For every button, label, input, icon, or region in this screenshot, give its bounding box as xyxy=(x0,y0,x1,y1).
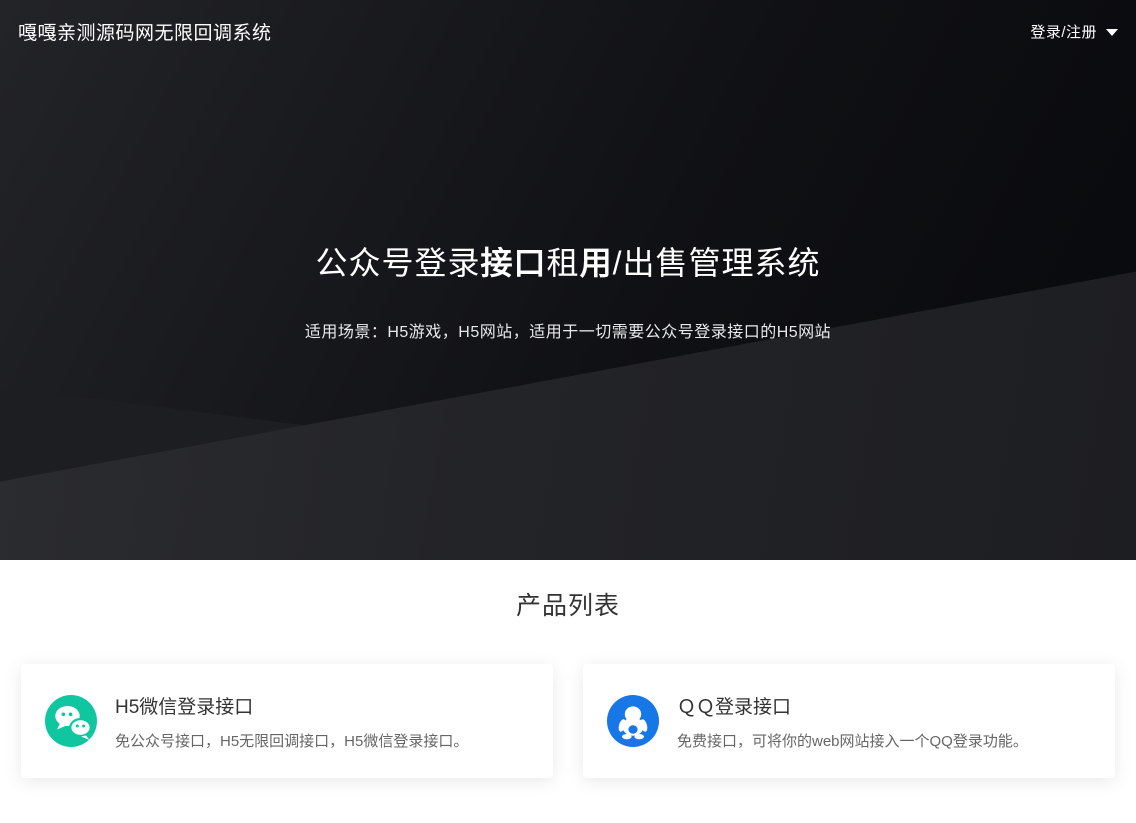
qq-icon xyxy=(607,695,659,747)
product-card-qq[interactable]: ＱＱ登录接口 免费接口，可将你的web网站接入一个QQ登录功能。 xyxy=(583,664,1115,778)
card-body: ＱＱ登录接口 免费接口，可将你的web网站接入一个QQ登录功能。 xyxy=(677,692,1028,751)
card-description: 免公众号接口，H5无限回调接口，H5微信登录接口。 xyxy=(115,730,468,751)
card-title: H5微信登录接口 xyxy=(115,692,468,719)
hero-subtitle: 适用场景：H5游戏，H5网站，适用于一切需要公众号登录接口的H5网站 xyxy=(0,318,1136,342)
wechat-icon xyxy=(45,695,97,747)
hero-section: 嘎嘎亲测源码网无限回调系统 登录/注册 公众号登录接口租用/出售管理系统 适用场… xyxy=(0,0,1136,560)
top-navbar: 嘎嘎亲测源码网无限回调系统 登录/注册 xyxy=(0,0,1136,62)
hero-title-segment: 接口 xyxy=(481,245,547,281)
card-description: 免费接口，可将你的web网站接入一个QQ登录功能。 xyxy=(677,730,1028,751)
chevron-down-icon xyxy=(1106,29,1118,36)
product-card-wechat[interactable]: H5微信登录接口 免公众号接口，H5无限回调接口，H5微信登录接口。 xyxy=(21,664,553,778)
hero-title: 公众号登录接口租用/出售管理系统 xyxy=(0,243,1136,285)
products-section: 产品列表 H5微信登录接口 免公众号接口，H5无限回调接口，H5微信登录接口。 xyxy=(0,560,1136,778)
hero-title-segment: 租 xyxy=(547,245,580,281)
login-register-label: 登录/注册 xyxy=(1030,21,1097,42)
card-body: H5微信登录接口 免公众号接口，H5无限回调接口，H5微信登录接口。 xyxy=(115,692,468,751)
products-heading: 产品列表 xyxy=(0,588,1136,624)
login-register-dropdown[interactable]: 登录/注册 xyxy=(1030,21,1118,42)
hero-title-segment: 用 xyxy=(580,245,613,281)
product-card-list: H5微信登录接口 免公众号接口，H5无限回调接口，H5微信登录接口。 ＱＱ登录接… xyxy=(0,664,1136,778)
card-title: ＱＱ登录接口 xyxy=(677,692,1028,719)
hero-title-segment: 公众号登录 xyxy=(316,245,481,281)
site-brand[interactable]: 嘎嘎亲测源码网无限回调系统 xyxy=(18,18,272,45)
hero-title-segment: /出售管理系统 xyxy=(613,245,821,281)
